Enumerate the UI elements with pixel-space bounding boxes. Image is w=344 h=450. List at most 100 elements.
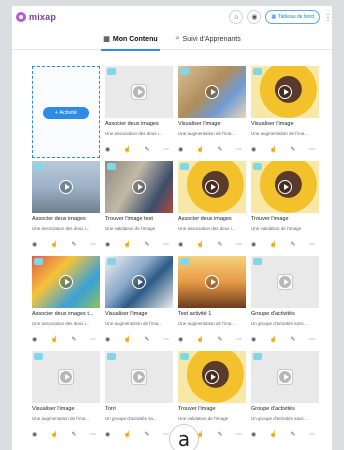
more-menu-icon[interactable]: ⋮ bbox=[324, 13, 332, 22]
activity-card[interactable]: Associer deux images t... Une association… bbox=[32, 256, 100, 348]
more-icon[interactable]: ⋯ bbox=[236, 336, 242, 343]
activity-card[interactable]: Groupe d'activités Un groupe d'activités … bbox=[251, 256, 319, 348]
play-icon[interactable] bbox=[205, 370, 219, 384]
pencil-icon[interactable]: ✎ bbox=[145, 431, 150, 438]
activity-thumbnail[interactable] bbox=[32, 161, 100, 213]
play-icon[interactable] bbox=[278, 180, 292, 194]
preview-button[interactable]: ◉ bbox=[247, 10, 262, 24]
activity-thumbnail[interactable] bbox=[178, 161, 246, 213]
thumb-up-icon[interactable]: ☝ bbox=[197, 336, 204, 343]
activity-thumbnail[interactable] bbox=[251, 351, 319, 403]
activity-thumbnail[interactable] bbox=[32, 351, 100, 403]
pencil-icon[interactable]: ✎ bbox=[72, 336, 77, 343]
pencil-icon[interactable]: ✎ bbox=[291, 431, 296, 438]
thumb-up-icon[interactable]: ☝ bbox=[51, 241, 58, 248]
pencil-icon[interactable]: ✎ bbox=[218, 146, 223, 153]
play-icon[interactable] bbox=[205, 180, 219, 194]
thumb-up-icon[interactable]: ☝ bbox=[124, 241, 131, 248]
eye-icon[interactable]: ◉ bbox=[251, 431, 256, 438]
play-icon[interactable] bbox=[278, 85, 292, 99]
play-icon[interactable] bbox=[132, 370, 146, 384]
thumb-up-icon[interactable]: ☝ bbox=[51, 336, 58, 343]
eye-icon[interactable]: ◉ bbox=[32, 431, 37, 438]
pencil-icon[interactable]: ✎ bbox=[145, 241, 150, 248]
more-icon[interactable]: ⋯ bbox=[163, 146, 169, 153]
pencil-icon[interactable]: ✎ bbox=[291, 146, 296, 153]
more-icon[interactable]: ⋯ bbox=[309, 336, 315, 343]
thumb-up-icon[interactable]: ☝ bbox=[197, 241, 204, 248]
activity-thumbnail[interactable] bbox=[251, 256, 319, 308]
eye-icon[interactable]: ◉ bbox=[251, 146, 256, 153]
eye-icon[interactable]: ◉ bbox=[105, 431, 110, 438]
tab-mon-contenu[interactable]: ▦ Mon Contenu bbox=[101, 28, 160, 51]
pencil-icon[interactable]: ✎ bbox=[218, 336, 223, 343]
pencil-icon[interactable]: ✎ bbox=[291, 336, 296, 343]
dashboard-button[interactable]: ▦ Tableau de bord bbox=[265, 10, 320, 24]
activity-card[interactable]: Groupe d'activités Un groupe d'activités … bbox=[251, 351, 319, 443]
thumb-up-icon[interactable]: ☝ bbox=[197, 146, 204, 153]
play-icon[interactable] bbox=[59, 180, 73, 194]
eye-icon[interactable]: ◉ bbox=[105, 241, 110, 248]
eye-icon[interactable]: ◉ bbox=[32, 336, 37, 343]
activity-thumbnail[interactable] bbox=[178, 66, 246, 118]
activity-thumbnail[interactable] bbox=[105, 161, 173, 213]
thumb-up-icon[interactable]: ☝ bbox=[124, 431, 131, 438]
activity-thumbnail[interactable] bbox=[178, 256, 246, 308]
tab-suivi-apprenants[interactable]: ⌕ Suivi d'Apprenants bbox=[174, 28, 243, 50]
activity-thumbnail[interactable] bbox=[251, 161, 319, 213]
activity-card[interactable]: Associer deux images Une association des … bbox=[178, 161, 246, 253]
eye-icon[interactable]: ◉ bbox=[105, 336, 110, 343]
thumb-up-icon[interactable]: ☝ bbox=[124, 336, 131, 343]
activity-card[interactable]: Visualiser l'image Une augmentation de l'… bbox=[251, 66, 319, 158]
assistant-bubble[interactable]: a bbox=[169, 424, 199, 450]
more-icon[interactable]: ⋯ bbox=[163, 241, 169, 248]
more-icon[interactable]: ⋯ bbox=[163, 336, 169, 343]
activity-thumbnail[interactable] bbox=[251, 66, 319, 118]
play-icon[interactable] bbox=[132, 180, 146, 194]
play-icon[interactable] bbox=[132, 275, 146, 289]
thumb-up-icon[interactable]: ☝ bbox=[51, 431, 58, 438]
activity-thumbnail[interactable] bbox=[105, 256, 173, 308]
pencil-icon[interactable]: ✎ bbox=[218, 241, 223, 248]
eye-icon[interactable]: ◉ bbox=[178, 241, 183, 248]
add-activity-button[interactable]: + Activité bbox=[43, 107, 89, 119]
more-icon[interactable]: ⋯ bbox=[236, 431, 242, 438]
pencil-icon[interactable]: ✎ bbox=[72, 431, 77, 438]
more-icon[interactable]: ⋯ bbox=[90, 241, 96, 248]
more-icon[interactable]: ⋯ bbox=[236, 241, 242, 248]
activity-card[interactable]: Test activité 1 Une augmentation de l'ima… bbox=[178, 256, 246, 348]
activity-card[interactable]: Trouver l'image test Une validation de l'… bbox=[105, 161, 173, 253]
activity-card[interactable]: Associer deux images Une association des … bbox=[105, 66, 173, 158]
thumb-up-icon[interactable]: ☝ bbox=[270, 336, 277, 343]
eye-icon[interactable]: ◉ bbox=[251, 336, 256, 343]
thumb-up-icon[interactable]: ☝ bbox=[270, 241, 277, 248]
play-icon[interactable] bbox=[278, 275, 292, 289]
more-icon[interactable]: ⋯ bbox=[90, 336, 96, 343]
play-icon[interactable] bbox=[205, 85, 219, 99]
more-icon[interactable]: ⋯ bbox=[309, 431, 315, 438]
play-icon[interactable] bbox=[132, 85, 146, 99]
more-icon[interactable]: ⋯ bbox=[309, 241, 315, 248]
thumb-up-icon[interactable]: ☝ bbox=[270, 431, 277, 438]
activity-card[interactable]: Torri Un groupe d'activités sa... ◉ ☝ ✎ ⋯ bbox=[105, 351, 173, 443]
eye-icon[interactable]: ◉ bbox=[32, 241, 37, 248]
activity-card[interactable]: Associer deux images Une association des … bbox=[32, 161, 100, 253]
activity-card[interactable]: Visualiser l'image Une augmentation de l'… bbox=[178, 66, 246, 158]
activity-card[interactable]: Visualiser l'image Une augmentation de l'… bbox=[32, 351, 100, 443]
activity-thumbnail[interactable] bbox=[32, 256, 100, 308]
activity-thumbnail[interactable] bbox=[105, 351, 173, 403]
activity-thumbnail[interactable] bbox=[105, 66, 173, 118]
more-icon[interactable]: ⋯ bbox=[163, 431, 169, 438]
play-icon[interactable] bbox=[205, 275, 219, 289]
pencil-icon[interactable]: ✎ bbox=[218, 431, 223, 438]
thumb-up-icon[interactable]: ☝ bbox=[124, 146, 131, 153]
logo[interactable]: mixap bbox=[16, 12, 56, 22]
activity-card[interactable]: Trouver l'image Une validation de l'image… bbox=[251, 161, 319, 253]
eye-icon[interactable]: ◉ bbox=[251, 241, 256, 248]
play-icon[interactable] bbox=[59, 275, 73, 289]
add-activity-card[interactable]: + Activité bbox=[32, 66, 100, 158]
thumb-up-icon[interactable]: ☝ bbox=[270, 146, 277, 153]
eye-icon[interactable]: ◉ bbox=[178, 146, 183, 153]
eye-icon[interactable]: ◉ bbox=[105, 146, 110, 153]
play-icon[interactable] bbox=[278, 370, 292, 384]
